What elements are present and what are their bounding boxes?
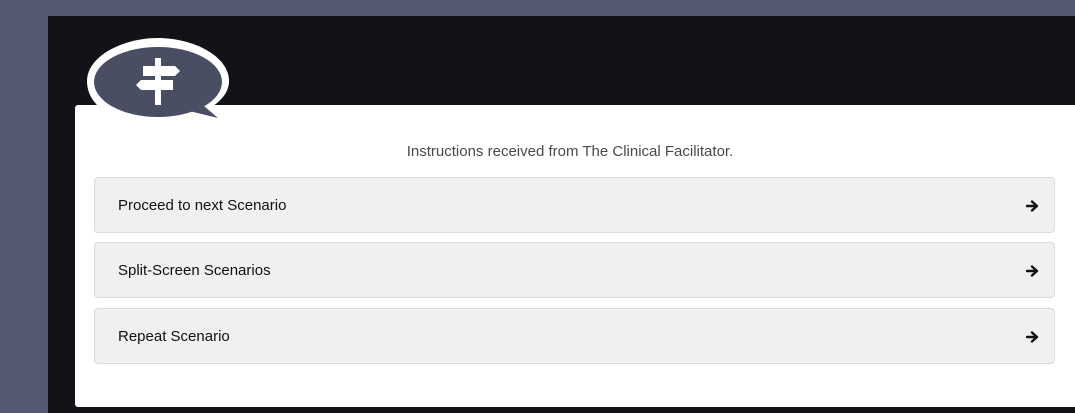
- signpost-icon: [87, 38, 229, 124]
- option-label: Proceed to next Scenario: [118, 197, 287, 214]
- split-screen-scenarios-button[interactable]: Split-Screen Scenarios: [94, 242, 1055, 298]
- option-label: Split-Screen Scenarios: [118, 262, 271, 279]
- arrow-right-icon: [1026, 265, 1039, 277]
- proceed-next-scenario-button[interactable]: Proceed to next Scenario: [94, 177, 1055, 233]
- option-label: Repeat Scenario: [118, 328, 230, 345]
- arrow-right-icon: [1026, 200, 1039, 212]
- repeat-scenario-button[interactable]: Repeat Scenario: [94, 308, 1055, 364]
- modal-subtitle: Instructions received from The Clinical …: [406, 143, 734, 160]
- arrow-right-icon: [1026, 331, 1039, 343]
- instructions-modal: Instructions received from The Clinical …: [75, 105, 1075, 407]
